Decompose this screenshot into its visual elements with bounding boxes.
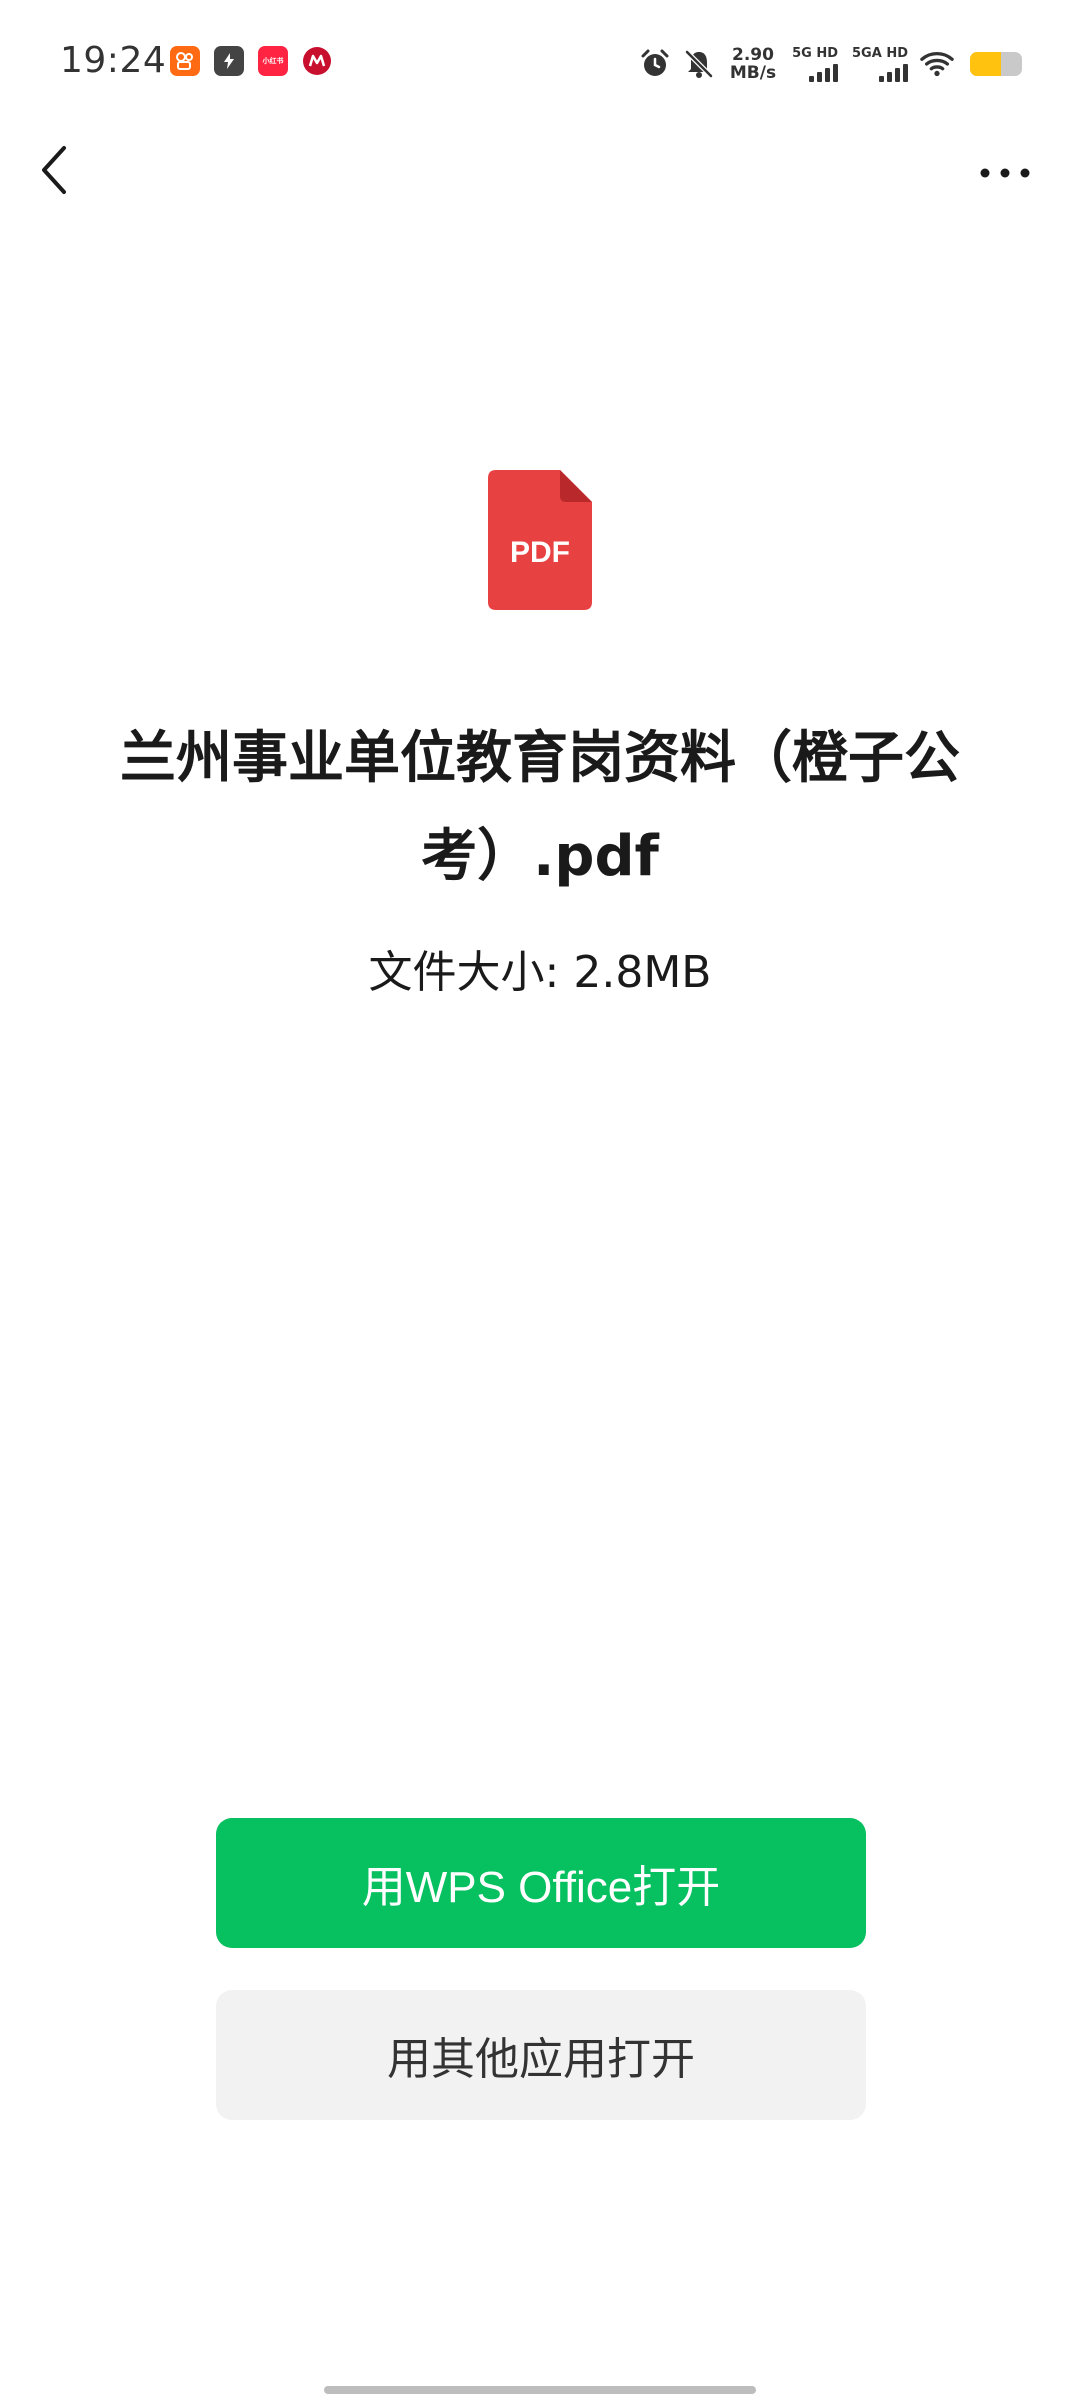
file-preview-screen: 19:24 小红书 2.90 MB/s 5G HD 5GA HD PDF 兰州事…: [0, 0, 1080, 2400]
xiaohongshu-icon: 小红书: [258, 46, 288, 76]
file-size: 文件大小: 2.8MB: [368, 947, 712, 998]
pdf-file-icon: PDF: [488, 470, 592, 610]
wifi-icon: [920, 47, 954, 81]
network-speed-value: 2.90: [732, 45, 774, 65]
battery-level-fill: [970, 52, 1002, 76]
signal-sim1-label: 5G HD: [792, 46, 839, 61]
notification-icons: 小红书: [170, 46, 332, 76]
signal-bars-icon: [879, 62, 908, 82]
chevron-left-icon: [42, 146, 66, 194]
more-options-button[interactable]: [970, 150, 1040, 196]
signal-sim2: 5GA HD: [852, 46, 908, 82]
signal-bars-icon: [809, 62, 839, 82]
battery-icon: [970, 52, 1022, 76]
xiaohongshu-label: 小红书: [262, 57, 284, 65]
back-button[interactable]: [30, 140, 76, 200]
alarm-icon: [638, 47, 672, 81]
more-horizontal-icon: [980, 168, 1030, 178]
signal-sim2-label: 5GA HD: [852, 46, 908, 61]
system-icons: 2.90 MB/s 5G HD 5GA HD: [638, 40, 1022, 88]
open-with-wps-button[interactable]: 用WPS Office打开: [216, 1818, 866, 1948]
home-indicator[interactable]: [324, 2386, 756, 2394]
open-with-other-app-button[interactable]: 用其他应用打开: [216, 1990, 866, 2120]
flash-app-icon: [214, 46, 244, 76]
pdf-icon-label: PDF: [510, 536, 570, 569]
network-speed-unit: MB/s: [729, 63, 777, 83]
network-speed: 2.90 MB/s: [730, 46, 776, 82]
file-name: 兰州事业单位教育岗资料（橙子公考）.pdf: [120, 726, 960, 889]
kuaishou-icon: [170, 46, 200, 76]
cmb-bank-icon: [302, 46, 332, 76]
status-time: 19:24: [60, 40, 167, 81]
mute-bell-icon: [682, 47, 716, 81]
signal-sim1: 5G HD: [792, 46, 839, 82]
status-bar: 19:24 小红书 2.90 MB/s 5G HD 5GA HD: [0, 0, 1080, 132]
